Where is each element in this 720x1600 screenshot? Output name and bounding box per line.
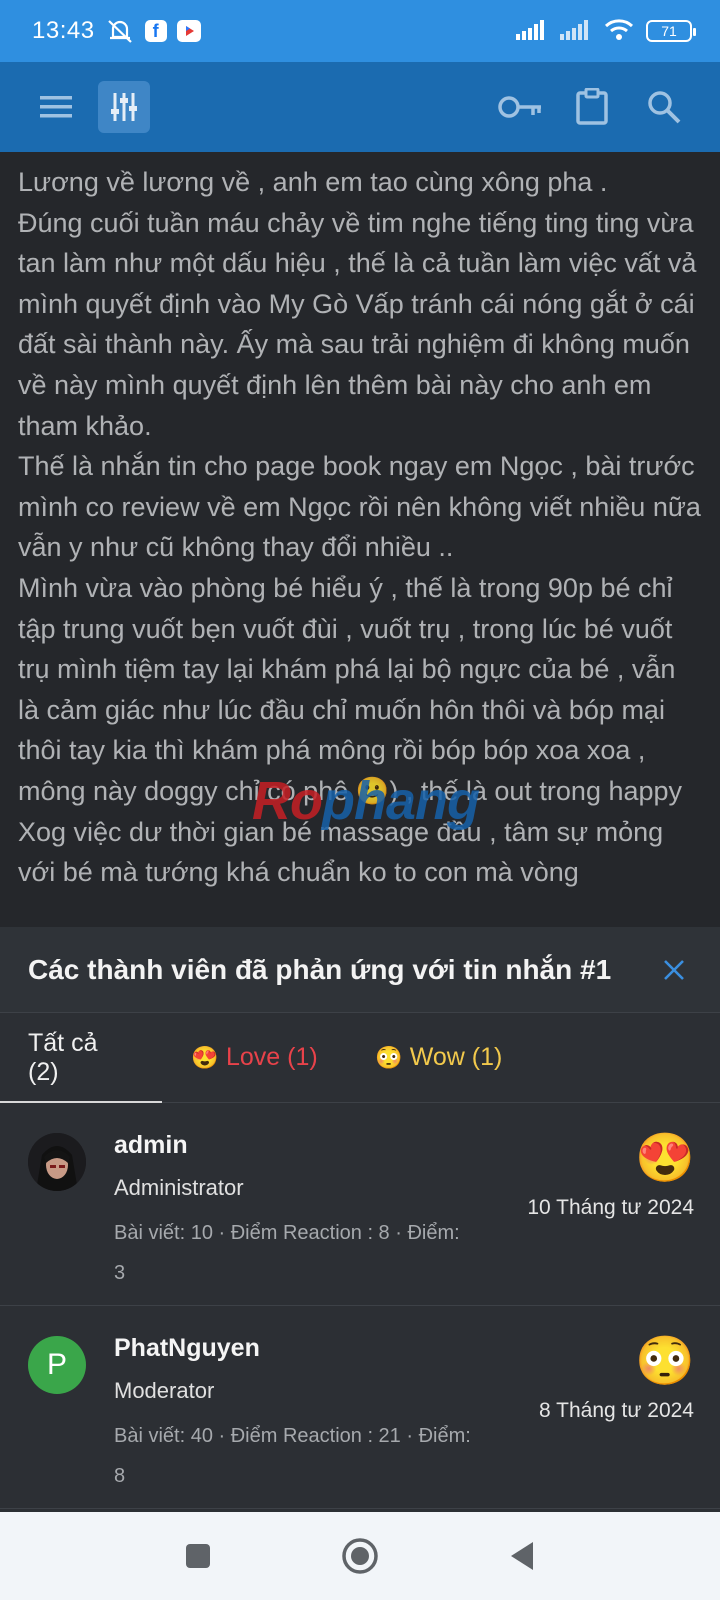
avatar[interactable] bbox=[28, 1133, 86, 1191]
status-bar: 13:43 f 71 bbox=[0, 0, 720, 62]
sheet-header: Các thành viên đã phản ứng với tin nhắn … bbox=[0, 927, 720, 1013]
member-row: admin Administrator Bài viết: 10 · Điểm … bbox=[0, 1103, 720, 1306]
reaction-date: 10 Tháng tư 2024 bbox=[527, 1196, 694, 1219]
battery-level: 71 bbox=[661, 23, 677, 39]
avatar-initial: P bbox=[46, 1348, 67, 1381]
reaction-tabs: Tất cả (2) 😍 Love (1) 😳 Wow (1) bbox=[0, 1013, 720, 1104]
member-name[interactable]: PhatNguyen bbox=[114, 1334, 260, 1363]
search-icon[interactable] bbox=[638, 81, 690, 133]
close-icon[interactable] bbox=[656, 952, 692, 988]
tab-wow[interactable]: 😳 Wow (1) bbox=[346, 1013, 531, 1103]
member-role: Moderator bbox=[114, 1378, 215, 1403]
heart-eyes-icon: 😍 bbox=[191, 1044, 219, 1070]
member-name[interactable]: admin bbox=[114, 1131, 188, 1160]
app-bar bbox=[0, 62, 720, 152]
filter-icon[interactable] bbox=[98, 81, 150, 133]
member-role: Administrator bbox=[114, 1175, 244, 1200]
battery-icon: 71 bbox=[646, 20, 696, 42]
facebook-icon: f bbox=[144, 20, 167, 42]
home-button[interactable] bbox=[338, 1534, 382, 1578]
clipboard-icon[interactable] bbox=[566, 81, 618, 133]
wow-face-icon: 😳 bbox=[375, 1044, 403, 1070]
wow-face-icon: 😳 bbox=[635, 1334, 695, 1388]
member-row: P PhatNguyen Moderator Bài viết: 40 · Đi… bbox=[0, 1306, 720, 1509]
heart-eyes-icon: 😍 bbox=[635, 1131, 695, 1185]
tab-love-label: Love (1) bbox=[226, 1043, 318, 1071]
key-icon[interactable] bbox=[494, 81, 546, 133]
tab-all[interactable]: Tất cả (2) bbox=[0, 1013, 162, 1104]
navigation-bar bbox=[0, 1512, 720, 1600]
recents-button[interactable] bbox=[176, 1534, 220, 1578]
tab-love[interactable]: 😍 Love (1) bbox=[162, 1013, 346, 1103]
wifi-icon bbox=[604, 18, 634, 45]
member-stats: Bài viết: 10 · Điểm Reaction : 8 · Điểm:… bbox=[114, 1222, 460, 1284]
member-stats: Bài viết: 40 · Điểm Reaction : 21 · Điểm… bbox=[114, 1425, 471, 1487]
menu-icon[interactable] bbox=[30, 81, 82, 133]
signal-icon bbox=[516, 18, 548, 45]
mute-bell-icon bbox=[105, 18, 135, 44]
reaction-date: 8 Tháng tư 2024 bbox=[539, 1399, 694, 1422]
youtube-icon bbox=[176, 20, 201, 42]
tab-all-label: Tất cả (2) bbox=[28, 1028, 98, 1086]
back-button[interactable] bbox=[500, 1534, 544, 1578]
status-time: 13:43 bbox=[32, 17, 95, 44]
reactions-sheet: Các thành viên đã phản ứng với tin nhắn … bbox=[0, 927, 720, 1512]
sheet-title: Các thành viên đã phản ứng với tin nhắn … bbox=[28, 953, 612, 985]
tab-wow-label: Wow (1) bbox=[409, 1043, 503, 1071]
avatar[interactable]: P bbox=[28, 1336, 86, 1394]
signal-icon bbox=[560, 18, 592, 45]
